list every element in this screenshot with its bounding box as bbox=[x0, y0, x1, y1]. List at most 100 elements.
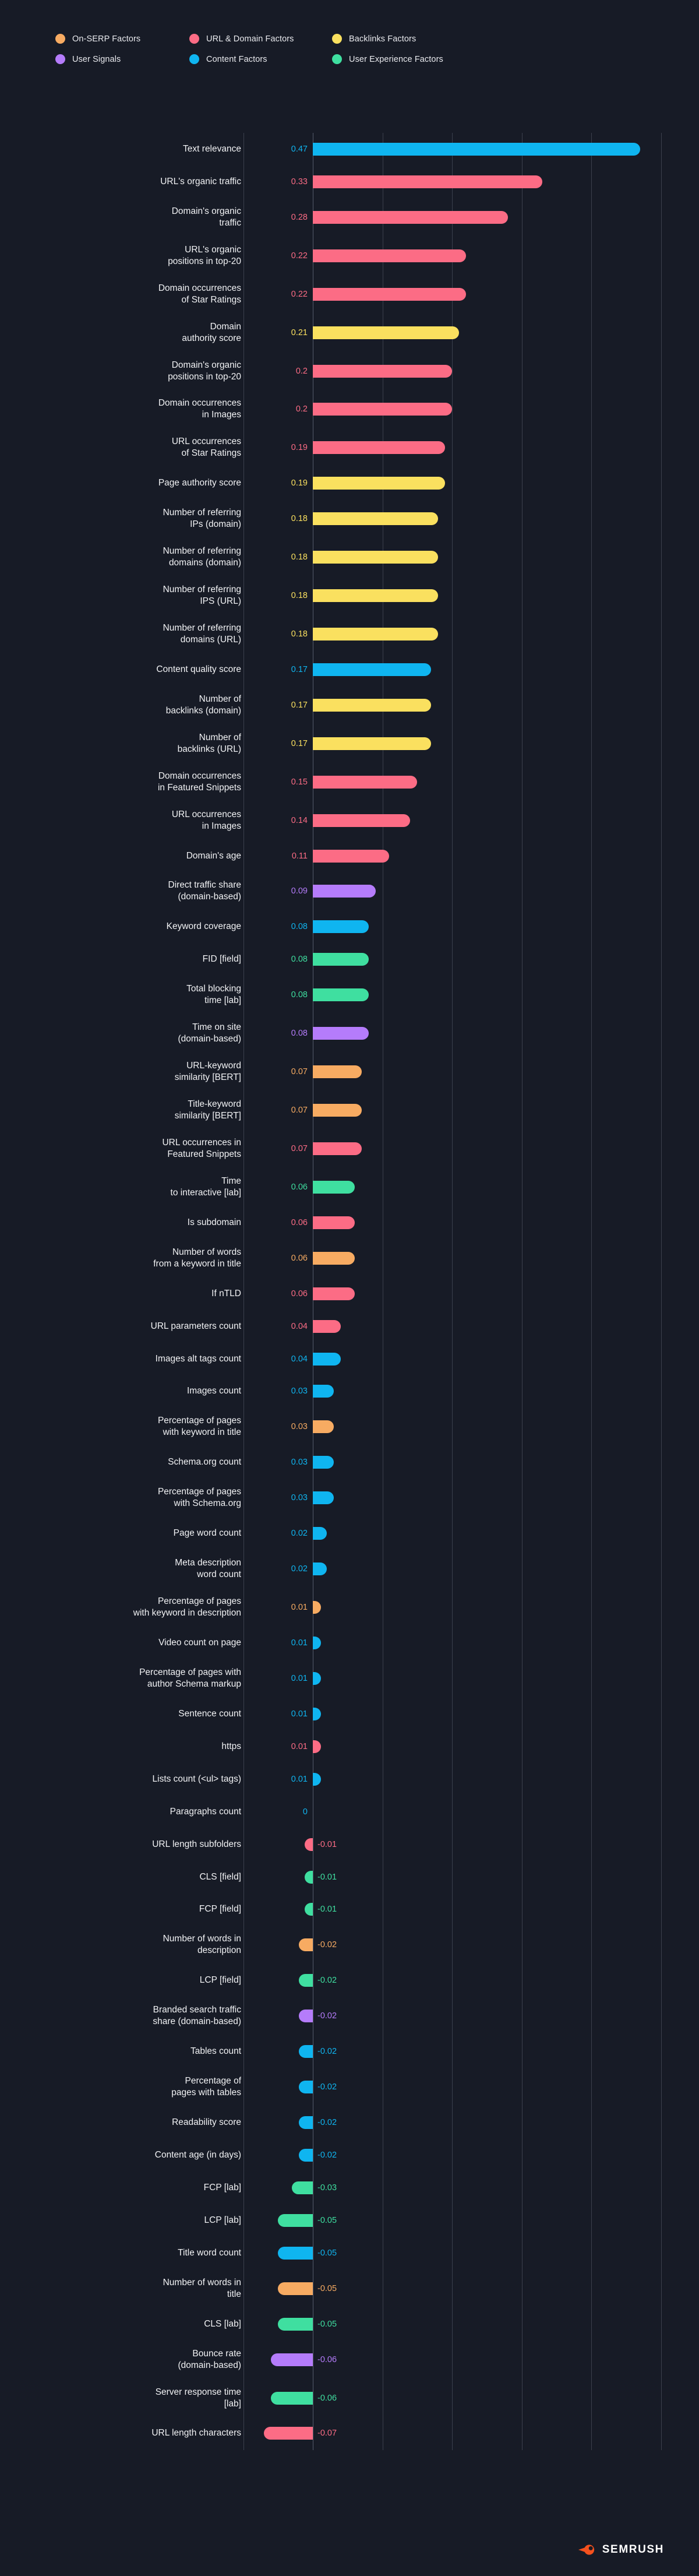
bar[interactable] bbox=[299, 2045, 313, 2058]
bar[interactable] bbox=[313, 477, 446, 490]
bar[interactable] bbox=[313, 1671, 321, 1685]
bar[interactable] bbox=[299, 2010, 313, 2023]
chart-bar-row[interactable]: Percentage of pages with author Schema m… bbox=[0, 1659, 699, 1698]
chart-bar-row[interactable]: URL length subfolders -0.01 bbox=[0, 1828, 699, 1861]
bar[interactable] bbox=[313, 287, 466, 301]
bar[interactable] bbox=[313, 1065, 362, 1079]
legend-item-url-domain-factors[interactable]: URL & Domain Factors bbox=[189, 34, 332, 44]
bar[interactable] bbox=[313, 441, 446, 455]
bar[interactable] bbox=[299, 1938, 313, 1952]
chart-bar-row[interactable]: Percentage of pages with keyword in desc… bbox=[0, 1588, 699, 1627]
chart-bar-row[interactable]: CLS [lab] -0.05 bbox=[0, 2308, 699, 2341]
chart-bar-row[interactable]: URL's organic positions in top-20 0.22 bbox=[0, 237, 699, 275]
chart-bar-row[interactable]: Domain authority score 0.21 bbox=[0, 314, 699, 352]
chart-bar-row[interactable]: URL occurrences in Featured Snippets 0.07 bbox=[0, 1129, 699, 1168]
chart-bar-row[interactable]: Keyword coverage 0.08 bbox=[0, 910, 699, 943]
chart-bar-row[interactable]: URL occurrences in Images 0.14 bbox=[0, 801, 699, 840]
bar[interactable] bbox=[313, 1707, 321, 1720]
bar[interactable] bbox=[313, 849, 390, 863]
legend-item-content-factors[interactable]: Content Factors bbox=[189, 54, 332, 64]
bar[interactable] bbox=[278, 2317, 313, 2331]
chart-bar-row[interactable]: Number of referring domains (URL) 0.18 bbox=[0, 615, 699, 653]
chart-bar-row[interactable]: Server response time [lab] -0.06 bbox=[0, 2379, 699, 2417]
bar[interactable] bbox=[271, 2391, 313, 2405]
chart-bar-row[interactable]: Domain's age 0.11 bbox=[0, 840, 699, 872]
chart-bar-row[interactable]: FCP [field] -0.01 bbox=[0, 1894, 699, 1926]
chart-bar-row[interactable]: Number of words in title -0.05 bbox=[0, 2269, 699, 2308]
bar[interactable] bbox=[313, 1527, 327, 1540]
chart-bar-row[interactable]: URL length characters -0.07 bbox=[0, 2417, 699, 2450]
bar[interactable] bbox=[313, 1216, 355, 1229]
bar[interactable] bbox=[313, 1104, 362, 1117]
bar[interactable] bbox=[313, 551, 439, 564]
chart-bar-row[interactable]: Lists count (<ul> tags) 0.01 bbox=[0, 1763, 699, 1796]
chart-bar-row[interactable]: Is subdomain 0.06 bbox=[0, 1206, 699, 1239]
bar[interactable] bbox=[264, 2427, 313, 2440]
chart-bar-row[interactable]: Number of words from a keyword in title 0… bbox=[0, 1239, 699, 1278]
bar[interactable] bbox=[278, 2213, 313, 2227]
chart-bar-row[interactable]: Images alt tags count 0.04 bbox=[0, 1343, 699, 1375]
chart-bar-row[interactable]: URL parameters count 0.04 bbox=[0, 1310, 699, 1343]
bar[interactable] bbox=[313, 1601, 321, 1614]
chart-bar-row[interactable]: Number of words in description -0.02 bbox=[0, 1926, 699, 1964]
bar[interactable] bbox=[313, 1027, 369, 1040]
bar[interactable] bbox=[313, 920, 369, 934]
bar[interactable] bbox=[305, 1903, 313, 1916]
bar[interactable] bbox=[313, 814, 411, 827]
chart-bar-row[interactable]: URL's organic traffic 0.33 bbox=[0, 166, 699, 198]
bar[interactable] bbox=[305, 1870, 313, 1884]
chart-bar-row[interactable]: If nTLD 0.06 bbox=[0, 1278, 699, 1310]
bar[interactable] bbox=[313, 326, 459, 339]
chart-bar-row[interactable]: Total blocking time [lab] 0.08 bbox=[0, 976, 699, 1014]
bar[interactable] bbox=[313, 1287, 355, 1300]
chart-bar-row[interactable]: Number of backlinks (domain) 0.17 bbox=[0, 686, 699, 724]
chart-bar-row[interactable]: Images count 0.03 bbox=[0, 1375, 699, 1408]
bar[interactable] bbox=[313, 953, 369, 966]
bar[interactable] bbox=[313, 1251, 355, 1265]
chart-bar-row[interactable]: Bounce rate (domain-based) -0.06 bbox=[0, 2341, 699, 2379]
chart-bar-row[interactable]: FCP [lab] -0.03 bbox=[0, 2172, 699, 2204]
bar[interactable] bbox=[313, 1420, 334, 1434]
bar[interactable] bbox=[313, 364, 452, 378]
chart-bar-row[interactable]: Paragraphs count 0 bbox=[0, 1796, 699, 1828]
chart-bar-row[interactable]: Domain's organic traffic 0.28 bbox=[0, 198, 699, 237]
bar[interactable] bbox=[313, 885, 376, 898]
bar[interactable] bbox=[313, 988, 369, 1002]
chart-bar-row[interactable]: Sentence count 0.01 bbox=[0, 1698, 699, 1730]
chart-bar-row[interactable]: Title word count -0.05 bbox=[0, 2237, 699, 2269]
bar[interactable] bbox=[305, 1838, 313, 1851]
bar[interactable] bbox=[313, 210, 508, 224]
chart-bar-row[interactable]: Number of backlinks (URL) 0.17 bbox=[0, 724, 699, 763]
chart-bar-row[interactable]: Direct traffic share (domain-based) 0.09 bbox=[0, 872, 699, 911]
bar[interactable] bbox=[313, 1385, 334, 1398]
bar[interactable] bbox=[313, 663, 432, 676]
bar[interactable] bbox=[313, 175, 543, 188]
bar[interactable] bbox=[313, 627, 439, 641]
bar[interactable] bbox=[313, 775, 418, 789]
chart-bar-row[interactable]: Page authority score 0.19 bbox=[0, 467, 699, 499]
bar[interactable] bbox=[313, 589, 439, 603]
bar[interactable] bbox=[278, 2246, 313, 2260]
chart-bar-row[interactable]: Domain occurrences in Images 0.2 bbox=[0, 390, 699, 428]
bar[interactable] bbox=[271, 2353, 313, 2366]
chart-bar-row[interactable]: Content age (in days) -0.02 bbox=[0, 2139, 699, 2172]
bar[interactable] bbox=[299, 2148, 313, 2162]
chart-bar-row[interactable]: Domain occurrences of Star Ratings 0.22 bbox=[0, 275, 699, 314]
chart-bar-row[interactable]: Tables count -0.02 bbox=[0, 2035, 699, 2068]
chart-bar-row[interactable]: Branded search traffic share (domain-bas… bbox=[0, 1997, 699, 2035]
bar[interactable] bbox=[299, 2081, 313, 2094]
bar[interactable] bbox=[313, 737, 432, 750]
legend-item-on-serp-factors[interactable]: On-SERP Factors bbox=[55, 34, 189, 44]
chart-bar-row[interactable]: Number of referring IPS (URL) 0.18 bbox=[0, 576, 699, 615]
chart-bar-row[interactable]: Video count on page 0.01 bbox=[0, 1627, 699, 1659]
bar[interactable] bbox=[313, 698, 432, 712]
bar[interactable] bbox=[313, 1563, 327, 1576]
bar[interactable] bbox=[313, 1740, 321, 1753]
chart-bar-row[interactable]: LCP [field] -0.02 bbox=[0, 1964, 699, 1997]
bar[interactable] bbox=[278, 2282, 313, 2295]
bar[interactable] bbox=[313, 1319, 341, 1333]
chart-bar-row[interactable]: URL-keyword similarity [BERT] 0.07 bbox=[0, 1053, 699, 1091]
chart-bar-row[interactable]: Domain occurrences in Featured Snippets 0… bbox=[0, 763, 699, 801]
chart-bar-row[interactable]: Page word count 0.02 bbox=[0, 1517, 699, 1550]
chart-bar-row[interactable]: Time on site (domain-based) 0.08 bbox=[0, 1014, 699, 1053]
